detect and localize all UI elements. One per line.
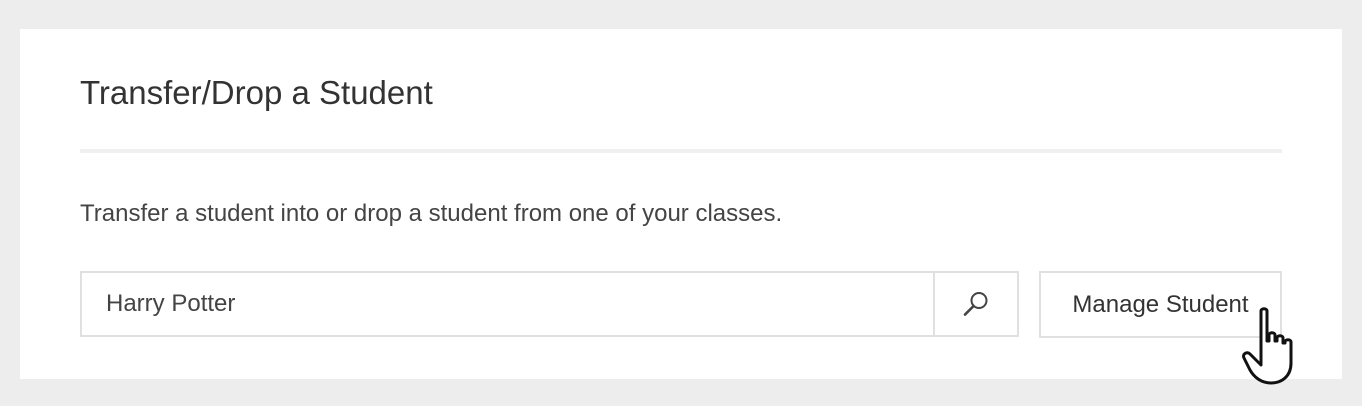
student-search-group xyxy=(80,271,1019,337)
manage-student-button[interactable]: Manage Student xyxy=(1039,271,1282,338)
search-icon xyxy=(961,289,991,319)
panel-description: Transfer a student into or drop a studen… xyxy=(80,200,783,227)
panel-title: Transfer/Drop a Student xyxy=(80,74,433,111)
title-divider xyxy=(80,149,1282,153)
search-button[interactable] xyxy=(933,271,1019,337)
student-search-input[interactable] xyxy=(80,271,933,337)
transfer-drop-panel: Transfer/Drop a Student Transfer a stude… xyxy=(20,29,1342,379)
